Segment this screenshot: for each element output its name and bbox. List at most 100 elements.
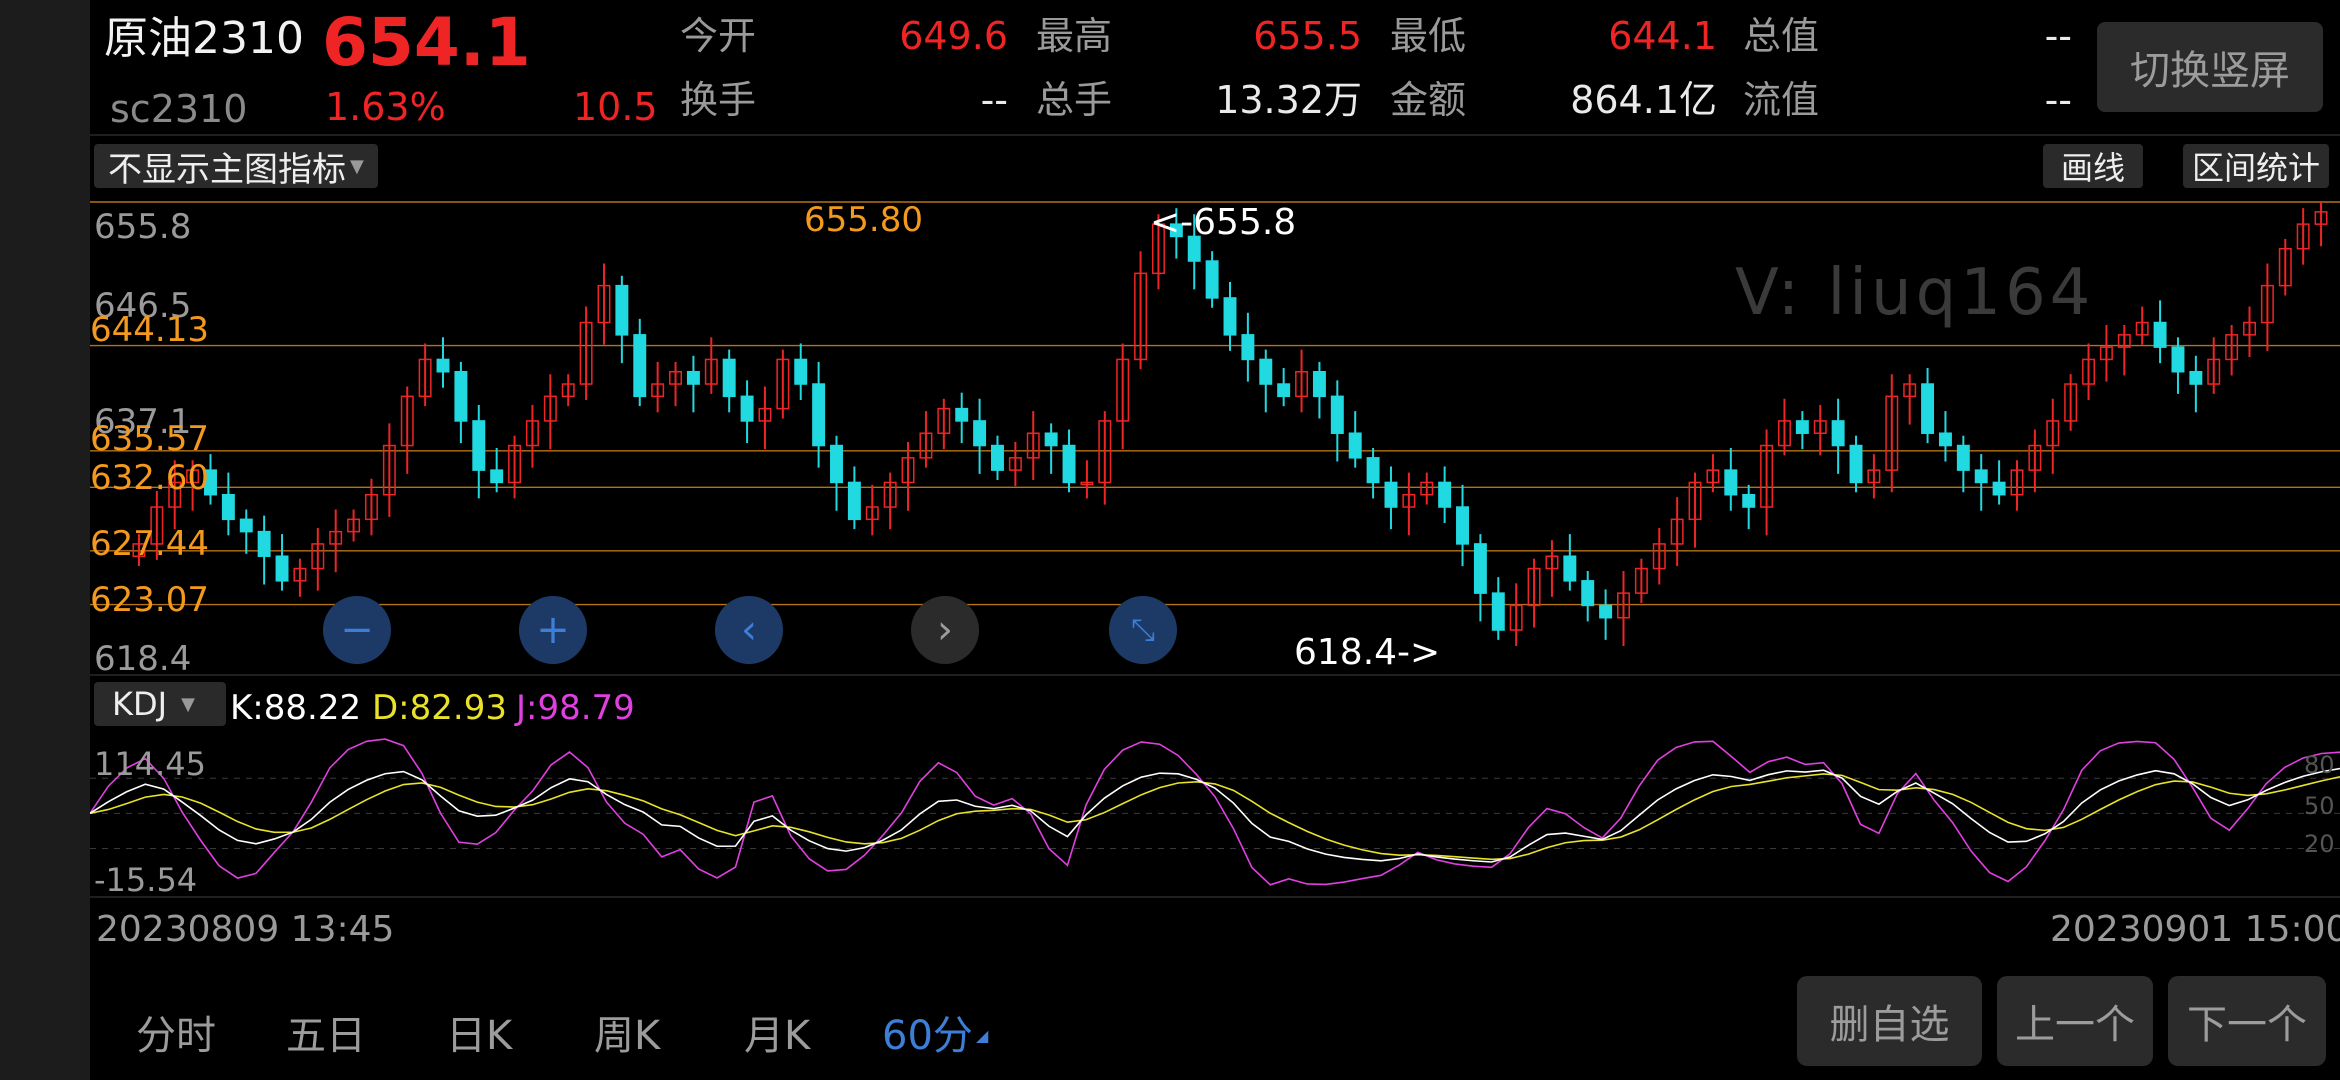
candle [2189,355,2203,413]
candle [2010,460,2024,511]
zoom-in-icon[interactable]: + [519,596,587,664]
candle [311,527,325,591]
candle [1473,534,1487,622]
candle [1348,411,1362,468]
candle [2314,202,2328,247]
kdj-axis-bottom: -15.54 [94,861,198,899]
stat-label: 流值 [1743,78,1820,122]
chevron-down-icon: ▼ [350,155,364,177]
candle [901,441,915,511]
candle [2153,300,2167,364]
stat-label: 最低 [1390,14,1467,58]
candle [776,349,790,419]
candle [1277,368,1291,407]
sub-indicator-select[interactable]: KDJ ▼ [94,682,226,726]
main-indicator-label: 不显示主图指标 [108,149,346,190]
candle [973,398,987,474]
candle [293,558,307,597]
candle [758,386,772,450]
candle [1026,411,1040,480]
candle [937,398,951,450]
candle [1742,484,1756,530]
next-button[interactable]: 下一个 [2168,976,2326,1066]
candle [1724,447,1738,511]
candle [1867,454,1881,499]
range-stats-button[interactable]: 区间统计 [2183,144,2329,188]
scroll-right-icon[interactable]: › [911,596,979,664]
candle [1688,472,1702,548]
candle [1634,558,1648,603]
candle [2225,324,2239,376]
candle [1312,361,1326,419]
candle [1008,441,1022,487]
kdj-ref-80: 80 [2304,751,2335,779]
stat-value: -- [980,78,1008,122]
candle [1617,570,1630,647]
candle [615,275,629,364]
stat-value: -- [2044,78,2072,122]
kdj-k-value: K:88.22 [230,688,362,728]
candle [1223,281,1237,351]
candle [686,355,700,413]
chart-divider [90,674,2340,676]
kdj-axis-top: 114.45 [94,745,206,783]
scroll-left-icon[interactable]: ‹ [715,596,783,664]
stat-label: 换手 [680,78,757,122]
candle [1813,404,1827,456]
candle [1706,454,1720,493]
instrument-code: sc2310 [110,87,248,131]
candle [1509,583,1523,647]
candle [508,435,522,499]
chevron-down-icon: ▼ [181,693,195,715]
candle [1795,411,1809,450]
date-start: 20230809 13:45 [96,909,395,950]
candle [1903,374,1917,425]
timeframe-five-day[interactable]: 五日 [286,1003,366,1061]
instrument-name: 原油2310 [104,13,304,64]
stat-value: 644.1 [1608,14,1717,58]
zoom-out-icon[interactable]: − [323,596,391,664]
reset-zoom-icon[interactable]: ⤡ [1109,596,1177,664]
draw-line-button[interactable]: 画线 [2043,144,2143,188]
candle [2278,238,2292,296]
candle [382,423,396,517]
candle [830,435,843,511]
candle [1044,423,1058,474]
prev-button[interactable]: 上一个 [1997,976,2153,1066]
stat-label: 总值 [1743,14,1820,58]
candle [400,386,414,474]
timeframe-daily[interactable]: 日K [446,1003,512,1061]
level-label-1: 644.13 [90,310,209,350]
timeframe-60min[interactable]: 60分 [882,1003,973,1061]
candle [1116,343,1130,450]
candle [1849,435,1863,493]
candle [1259,349,1273,413]
candle [2135,306,2149,345]
main-indicator-select[interactable]: 不显示主图指标 ▼ [94,144,378,190]
candle [1777,398,1791,456]
candle [2082,343,2096,401]
remove-watchlist-button[interactable]: 删自选 [1797,976,1982,1066]
timeframe-intraday[interactable]: 分时 [136,1003,216,1061]
candle [1885,374,1899,493]
candle [794,343,808,401]
candle [472,404,486,499]
candle [865,484,879,536]
stat-label: 最高 [1036,14,1113,58]
kdj-divider [90,896,2340,898]
kdj-d-value: D:82.93 [372,688,507,728]
candle [812,361,826,468]
timeframe-monthly[interactable]: 月K [744,1003,810,1061]
candle [1384,466,1398,530]
candle [1527,558,1541,628]
candle [1652,527,1666,585]
stat-value: -- [2044,14,2072,58]
candle [1670,497,1684,567]
candle [2260,263,2274,351]
candle [1491,577,1505,640]
kdj-chart[interactable] [90,734,2340,894]
candle [543,374,557,450]
timeframe-weekly[interactable]: 周K [594,1003,660,1061]
switch-portrait-button[interactable]: 切换竖屏 [2097,22,2323,112]
candle [597,263,611,345]
